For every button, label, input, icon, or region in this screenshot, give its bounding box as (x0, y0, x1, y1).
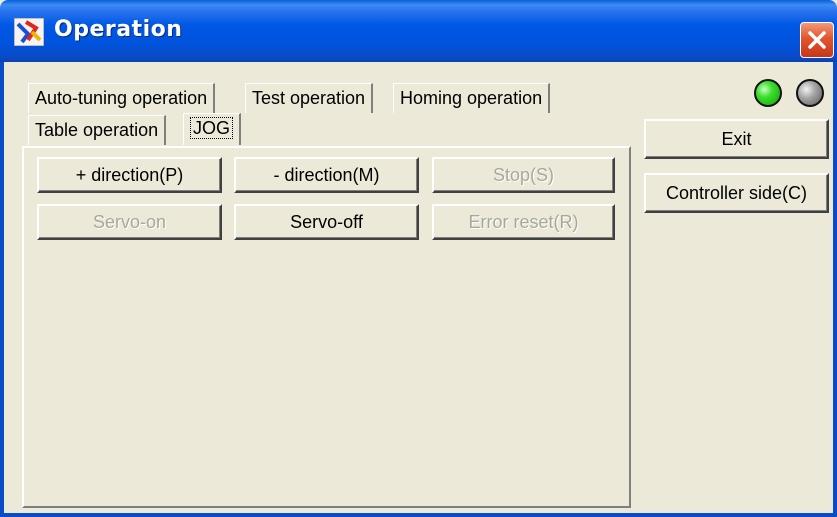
minus-direction-button[interactable]: - direction(M) (234, 157, 419, 193)
jog-tab-panel (22, 146, 631, 508)
button-label: Controller side(C) (665, 182, 808, 203)
tab-table-operation[interactable]: Table operation (28, 115, 167, 145)
tab-test-operation[interactable]: Test operation (245, 83, 374, 113)
button-label: - direction(M) (273, 164, 380, 185)
button-label: + direction(P) (75, 164, 184, 185)
error-reset-button[interactable]: Error reset(R) (432, 204, 615, 240)
button-label: Error reset(R) (468, 211, 579, 232)
tab-homing-operation[interactable]: Homing operation (393, 83, 551, 113)
tab-jog[interactable]: JOG (183, 113, 242, 145)
tab-label: Test operation (252, 88, 366, 108)
button-label: Exit (721, 128, 752, 149)
status-lamp-gray (796, 79, 824, 107)
operation-window: Operation Auto-tuning operation Test ope… (0, 0, 837, 517)
plus-direction-button[interactable]: + direction(P) (37, 157, 222, 193)
tab-label: Homing operation (400, 88, 543, 108)
button-label: Stop(S) (492, 164, 555, 185)
stop-button[interactable]: Stop(S) (432, 157, 615, 193)
window-title: Operation (54, 17, 183, 42)
window-border-right (833, 62, 837, 517)
tab-label: Table operation (35, 120, 159, 140)
button-label: Servo-off (290, 211, 363, 232)
button-label: Servo-on (92, 211, 167, 232)
tab-label: JOG (190, 117, 234, 139)
status-lamp-green (754, 79, 782, 107)
app-icon (14, 18, 44, 46)
close-icon (808, 31, 826, 49)
title-bar[interactable]: Operation (0, 0, 837, 62)
servo-off-button[interactable]: Servo-off (234, 204, 419, 240)
window-border-bottom (0, 513, 837, 517)
tab-label: Auto-tuning operation (35, 88, 208, 108)
tab-auto-tuning-operation[interactable]: Auto-tuning operation (28, 83, 216, 113)
servo-on-button[interactable]: Servo-on (37, 204, 222, 240)
controller-side-button[interactable]: Controller side(C) (644, 173, 829, 213)
close-button[interactable] (800, 22, 834, 58)
exit-button[interactable]: Exit (644, 119, 829, 159)
